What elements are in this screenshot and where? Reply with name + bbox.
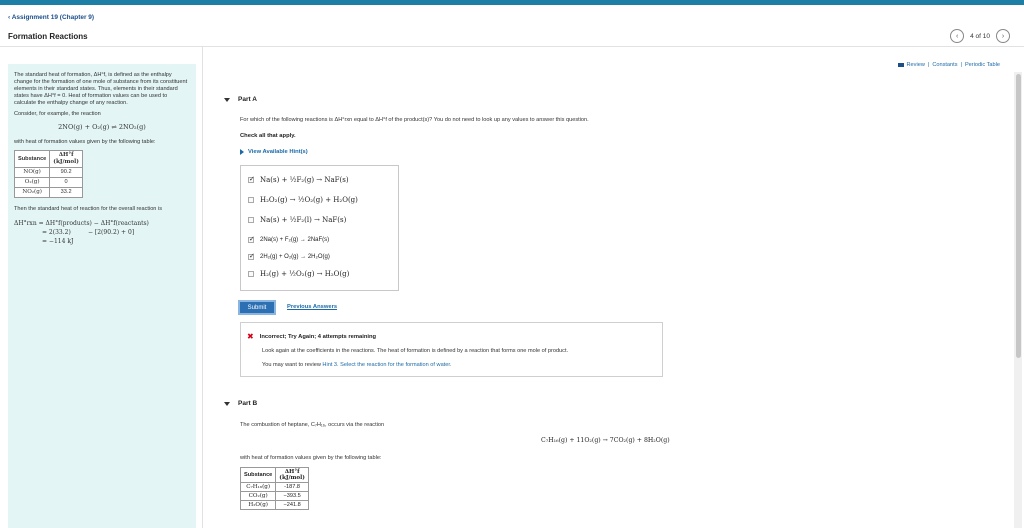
table-header-dhf: ΔH°f (kJ/mol): [275, 467, 309, 483]
checkbox[interactable]: [248, 197, 254, 203]
checkbox[interactable]: [248, 217, 254, 223]
table-header-substance: Substance: [239, 467, 277, 483]
table-row: NO(g) 90.2: [13, 167, 83, 178]
back-to-assignment-link[interactable]: ‹ Assignment 19 (Chapter 9): [8, 14, 94, 21]
formation-table-b-wrapper: Substance ΔH°f (kJ/mol) C₇H₁₆(g) -187.8 C…: [239, 464, 309, 518]
part-b-label: Part B: [238, 400, 258, 407]
intro-text: The standard heat of formation, ΔH°f, is…: [14, 72, 188, 106]
view-hints-label: View Available Hint(s): [248, 149, 308, 155]
option-6[interactable]: H₂(g) + ½O₂(g) → H₂O(g): [248, 270, 349, 278]
review-icon: [897, 63, 904, 67]
option-2[interactable]: H₂O₂(g) → ½O₂(g) + H₂O(g): [248, 196, 358, 204]
part-a-header[interactable]: Part A: [224, 96, 257, 103]
pager-count: 4 of 10: [970, 32, 990, 40]
panel-divider: [202, 47, 203, 528]
option-label: Na(s) + ½F₂(g) → NaF(s): [260, 176, 349, 184]
table-row: CO₂(g) −393.5: [239, 491, 309, 501]
expand-icon: [240, 149, 244, 155]
table-header-substance: Substance: [13, 150, 51, 168]
option-5[interactable]: 2H₂(g) + O₂(g) → 2H₂O(g): [248, 252, 330, 260]
submit-button[interactable]: Submit: [238, 300, 276, 315]
page-title: Formation Reactions: [8, 32, 88, 41]
feedback-line-2: You may want to review Hint 3. Select th…: [262, 362, 452, 368]
checkbox[interactable]: [248, 252, 255, 260]
intro-panel: The standard heat of formation, ΔH°f, is…: [8, 64, 196, 528]
enthalpy-calculation: ΔH°rxn = ΔH°f(products) − ΔH°f(reactants…: [14, 220, 149, 245]
part-b-table-intro: with heat of formation values given by t…: [240, 455, 382, 461]
checkbox[interactable]: [248, 271, 254, 277]
resource-links: Review | Constants | Periodic Table: [897, 62, 1000, 68]
feedback-box: ✖ Incorrect; Try Again; 4 attempts remai…: [240, 322, 663, 377]
option-label: H₂O₂(g) → ½O₂(g) + H₂O(g): [260, 196, 358, 204]
check-all-instruction: Check all that apply.: [240, 133, 296, 139]
periodic-table-link[interactable]: Periodic Table: [965, 62, 1000, 68]
part-a-label: Part A: [238, 96, 257, 103]
header: ‹ Assignment 19 (Chapter 9) Formation Re…: [0, 5, 1024, 47]
then-text: Then the standard heat of reaction for t…: [14, 206, 163, 212]
previous-answers-link[interactable]: Previous Answers: [287, 304, 337, 310]
view-hints-link[interactable]: View Available Hint(s): [240, 149, 308, 155]
part-a-question: For which of the following reactions is …: [240, 117, 589, 123]
table-row: O₂(g) 0: [13, 177, 83, 188]
collapse-icon: [224, 97, 230, 102]
incorrect-icon: ✖: [247, 332, 254, 341]
option-label: 2Na(s) + F₂(g) → 2NaF(s): [260, 237, 330, 243]
checkbox[interactable]: [248, 235, 255, 243]
constants-link[interactable]: Constants: [932, 62, 957, 68]
scrollbar-thumb[interactable]: [1016, 74, 1021, 358]
table-row: C₇H₁₆(g) -187.8: [239, 482, 309, 492]
option-label: 2H₂(g) + O₂(g) → 2H₂O(g): [260, 254, 330, 260]
option-label: Na(s) + ½F₂(l) → NaF(s): [260, 216, 347, 224]
option-1[interactable]: Na(s) + ½F₂(g) → NaF(s): [248, 175, 349, 184]
table-row: H₂O(g) −241.8: [239, 500, 309, 510]
prev-item-button[interactable]: ‹: [950, 29, 965, 43]
table-row: NO₂(g) 33.2: [13, 187, 83, 198]
option-3[interactable]: Na(s) + ½F₂(l) → NaF(s): [248, 216, 346, 224]
part-b-header[interactable]: Part B: [224, 400, 257, 407]
consider-text: Consider, for example, the reaction: [14, 111, 101, 117]
formation-table-a: Substance ΔH°f (kJ/mol) NO(g) 90.2 O₂(g) …: [13, 150, 83, 198]
part-b-question: The combustion of heptane, C₇H₁₆, occurs…: [240, 422, 385, 428]
checkbox[interactable]: [248, 175, 255, 183]
review-link[interactable]: Review: [907, 62, 925, 68]
collapse-icon: [224, 401, 230, 406]
formation-table-b: Substance ΔH°f (kJ/mol) C₇H₁₆(g) -187.8 C…: [239, 467, 309, 510]
hint-3-link[interactable]: Hint 3. Select the reaction for the form…: [322, 362, 451, 368]
feedback-title: ✖ Incorrect; Try Again; 4 attempts remai…: [247, 332, 377, 341]
pager: ‹ 4 of 10 ›: [950, 29, 1010, 43]
option-4[interactable]: 2Na(s) + F₂(g) → 2NaF(s): [248, 235, 330, 243]
answer-options: Na(s) + ½F₂(g) → NaF(s) H₂O₂(g) → ½O₂(g)…: [240, 165, 399, 291]
next-item-button[interactable]: ›: [996, 29, 1010, 43]
table-intro-text: with heat of formation values given by t…: [14, 139, 156, 145]
option-label: H₂(g) + ½O₂(g) → H₂O(g): [260, 270, 350, 278]
table-header-dhf: ΔH°f (kJ/mol): [49, 150, 83, 168]
heptane-reaction: C₇H₁₆(g) + 11O₂(g) → 7CO₂(g) + 8H₂O(g): [541, 437, 670, 444]
feedback-line-1: Look again at the coefficients in the re…: [262, 348, 569, 354]
example-reaction: 2NO(g) + O₂(g) ⇌ 2NO₂(g): [58, 123, 146, 131]
back-link-label: Assignment 19 (Chapter 9): [11, 14, 95, 21]
